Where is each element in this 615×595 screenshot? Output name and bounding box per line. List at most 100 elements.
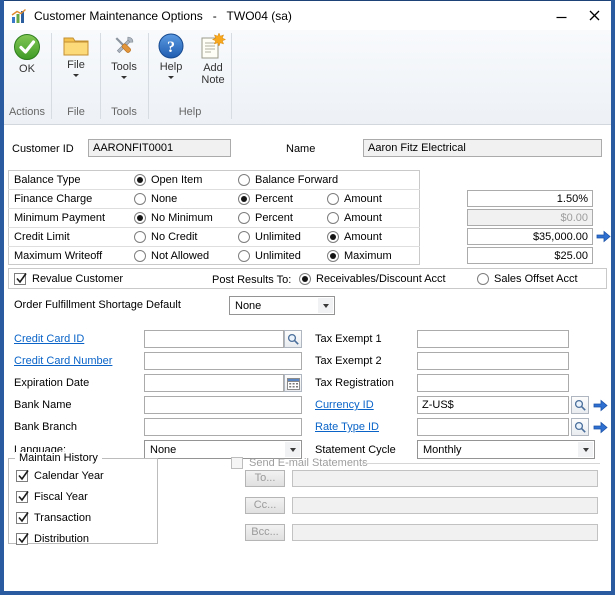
rate-type-id-link[interactable]: Rate Type ID xyxy=(315,421,379,433)
toolbar-group-file: File xyxy=(53,106,99,118)
currency-id-link[interactable]: Currency ID xyxy=(315,399,374,411)
app-icon xyxy=(11,8,27,24)
credit-card-number-link[interactable]: Credit Card Number xyxy=(14,355,112,367)
checkbox-calendar-year[interactable]: Calendar Year xyxy=(16,469,104,483)
checkbox-label: Transaction xyxy=(34,512,91,524)
currency-id-field[interactable]: Z-US$ xyxy=(417,396,569,414)
radio-label: Open Item xyxy=(151,174,202,186)
folder-icon xyxy=(63,33,89,57)
tax-registration-field[interactable] xyxy=(417,374,569,392)
radio-label: Sales Offset Acct xyxy=(494,273,578,285)
close-button[interactable] xyxy=(578,1,611,29)
radio-balance-forward[interactable]: Balance Forward xyxy=(238,173,338,187)
radio-writeoff-unlimited[interactable]: Unlimited xyxy=(238,249,301,263)
order-fulfillment-label: Order Fulfillment Shortage Default xyxy=(14,299,181,311)
rate-type-id-expansion-button[interactable] xyxy=(592,419,608,435)
tools-menu-button[interactable]: Tools xyxy=(101,33,147,79)
maximum-writeoff-value-field[interactable]: $25.00 xyxy=(467,247,593,264)
bank-branch-field[interactable] xyxy=(144,418,302,436)
revalue-customer-checkbox[interactable]: Revalue Customer xyxy=(14,272,123,286)
radio-circle xyxy=(238,250,250,262)
ribbon-toolbar: OK File Tools xyxy=(4,30,611,125)
expiration-date-field[interactable] xyxy=(144,374,284,392)
email-bcc-field xyxy=(292,524,598,541)
credit-limit-expansion-button[interactable] xyxy=(595,228,611,244)
email-to-field xyxy=(292,470,598,487)
radio-circle xyxy=(327,193,339,205)
name-field[interactable]: Aaron Fitz Electrical xyxy=(363,139,602,157)
credit-card-number-field[interactable] xyxy=(144,352,302,370)
combo-value: None xyxy=(150,444,176,456)
grid-line xyxy=(8,189,420,190)
radio-receivables-discount-acct[interactable]: Receivables/Discount Acct xyxy=(299,272,446,286)
expiration-date-calendar-button[interactable] xyxy=(284,374,302,392)
window-border-bottom xyxy=(0,591,615,595)
currency-id-lookup-button[interactable] xyxy=(571,396,589,414)
credit-card-id-lookup-button[interactable] xyxy=(284,330,302,348)
radio-not-allowed[interactable]: Not Allowed xyxy=(134,249,209,263)
radio-credit-amount[interactable]: Amount xyxy=(327,230,382,244)
customer-id-field[interactable]: AARONFIT0001 xyxy=(88,139,231,157)
calendar-icon xyxy=(287,377,300,390)
add-note-button[interactable]: Add Note xyxy=(193,33,233,86)
ok-button-label: OK xyxy=(19,63,35,75)
ok-check-icon xyxy=(13,33,41,61)
radio-open-item[interactable]: Open Item xyxy=(134,173,202,187)
radio-credit-unlimited[interactable]: Unlimited xyxy=(238,230,301,244)
radio-minimum-amount[interactable]: Amount xyxy=(327,211,382,225)
checkbox-label: Revalue Customer xyxy=(32,273,123,285)
chevron-down-icon xyxy=(168,76,174,79)
checkbox-label: Calendar Year xyxy=(34,470,104,482)
credit-card-id-link[interactable]: Credit Card ID xyxy=(14,333,84,345)
tax-exempt-2-field[interactable] xyxy=(417,352,569,370)
ok-button[interactable]: OK xyxy=(4,33,50,75)
email-cc-button: Cc... xyxy=(245,497,285,514)
rate-type-id-lookup-button[interactable] xyxy=(571,418,589,436)
bank-name-field[interactable] xyxy=(144,396,302,414)
checkbox-fiscal-year[interactable]: Fiscal Year xyxy=(16,490,88,504)
finance-charge-value-field[interactable]: 1.50% xyxy=(467,190,593,207)
radio-label: Not Allowed xyxy=(151,250,209,262)
order-fulfillment-combo[interactable]: None xyxy=(229,296,335,315)
chevron-down-icon xyxy=(73,74,79,77)
radio-sales-offset-acct[interactable]: Sales Offset Acct xyxy=(477,272,578,286)
search-icon xyxy=(574,399,587,412)
radio-finance-percent[interactable]: Percent xyxy=(238,192,293,206)
radio-circle xyxy=(327,231,339,243)
help-icon: ? xyxy=(158,33,184,59)
help-menu-button[interactable]: ? Help xyxy=(149,33,193,79)
radio-writeoff-maximum[interactable]: Maximum xyxy=(327,249,392,263)
credit-card-id-field[interactable] xyxy=(144,330,284,348)
credit-limit-label: Credit Limit xyxy=(14,231,70,243)
radio-label: Maximum xyxy=(344,250,392,262)
finance-charge-label: Finance Charge xyxy=(14,193,92,205)
minimize-button[interactable] xyxy=(545,1,578,29)
email-group-divider xyxy=(362,463,600,464)
credit-limit-value-field[interactable]: $35,000.00 xyxy=(467,228,593,245)
radio-circle xyxy=(134,174,146,186)
radio-label: Amount xyxy=(344,231,382,243)
checkbox-box xyxy=(16,470,28,482)
rate-type-id-field[interactable] xyxy=(417,418,569,436)
minimum-payment-label: Minimum Payment xyxy=(14,212,105,224)
checkbox-transaction[interactable]: Transaction xyxy=(16,511,91,525)
currency-id-expansion-button[interactable] xyxy=(592,397,608,413)
email-cc-field xyxy=(292,497,598,514)
radio-label: Unlimited xyxy=(255,231,301,243)
checkbox-distribution[interactable]: Distribution xyxy=(16,532,89,546)
chevron-down-icon xyxy=(285,442,300,457)
radio-circle xyxy=(238,193,250,205)
tax-exempt-2-label: Tax Exempt 2 xyxy=(315,355,382,367)
radio-circle xyxy=(134,193,146,205)
radio-finance-amount[interactable]: Amount xyxy=(327,192,382,206)
chevron-down-icon xyxy=(318,298,333,313)
checkbox-label: Send E-mail Statements xyxy=(249,457,368,469)
radio-no-minimum[interactable]: No Minimum xyxy=(134,211,213,225)
statement-cycle-combo[interactable]: Monthly xyxy=(417,440,595,459)
file-menu-button[interactable]: File xyxy=(53,33,99,77)
tax-exempt-1-field[interactable] xyxy=(417,330,569,348)
radio-minimum-percent[interactable]: Percent xyxy=(238,211,293,225)
radio-label: None xyxy=(151,193,177,205)
radio-no-credit[interactable]: No Credit xyxy=(134,230,197,244)
radio-finance-none[interactable]: None xyxy=(134,192,177,206)
